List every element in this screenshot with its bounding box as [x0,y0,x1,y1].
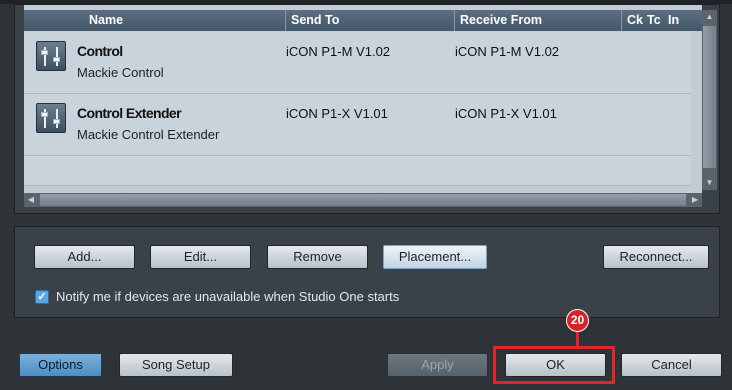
ok-highlight-box [493,346,615,384]
column-header-receive-from[interactable]: Receive From [454,10,621,31]
table-header: Name Send To Receive From Ck Tc In [24,10,702,31]
table-row[interactable]: Control Extender Mackie Control Extender… [24,94,691,156]
column-header-name[interactable]: Name [84,10,285,31]
scroll-down-icon[interactable]: ▼ [702,176,717,190]
fader-icon [36,103,66,133]
scroll-right-icon[interactable]: ▶ [688,193,702,207]
fader-icon [36,41,66,71]
device-name: Control Extender [77,105,182,121]
send-to-port[interactable]: iCON P1-M V1.02 [286,44,390,59]
device-type: Mackie Control [77,65,164,80]
device-name: Control [77,43,123,59]
vertical-scroll-thumb[interactable] [703,26,716,168]
device-table: Name Send To Receive From Ck Tc In Contr… [14,4,720,214]
placement-button[interactable]: Placement... [383,245,487,269]
horizontal-scroll-thumb[interactable] [40,194,686,206]
remove-button[interactable]: Remove [267,245,368,269]
vertical-scrollbar[interactable]: ▲ ▼ [702,10,717,190]
send-to-port[interactable]: iCON P1-X V1.01 [286,106,388,121]
edit-button[interactable]: Edit... [150,245,251,269]
column-header-in[interactable]: In [663,10,702,31]
notify-checkbox[interactable]: ✓ [35,290,49,304]
scroll-up-icon[interactable]: ▲ [702,10,717,24]
step-number-badge: 20 [566,309,589,332]
song-setup-button[interactable]: Song Setup [119,353,233,377]
scroll-left-icon[interactable]: ◀ [24,193,38,207]
step-badge-connector [576,331,579,347]
apply-button[interactable]: Apply [387,353,488,377]
notify-label: Notify me if devices are unavailable whe… [56,289,400,304]
device-actions-panel [14,226,720,318]
column-header-send-to[interactable]: Send To [285,10,454,31]
device-type: Mackie Control Extender [77,127,220,142]
empty-table-row [24,156,691,186]
options-button[interactable]: Options [19,353,102,377]
column-header-tc[interactable]: Tc [642,10,664,31]
cancel-button[interactable]: Cancel [621,353,722,377]
add-button[interactable]: Add... [34,245,135,269]
reconnect-button[interactable]: Reconnect... [603,245,709,269]
receive-from-port[interactable]: iCON P1-X V1.01 [455,106,557,121]
horizontal-scrollbar[interactable]: ◀ ▶ [24,193,702,207]
table-row[interactable]: Control Mackie Control iCON P1-M V1.02 i… [24,32,691,94]
receive-from-port[interactable]: iCON P1-M V1.02 [455,44,559,59]
